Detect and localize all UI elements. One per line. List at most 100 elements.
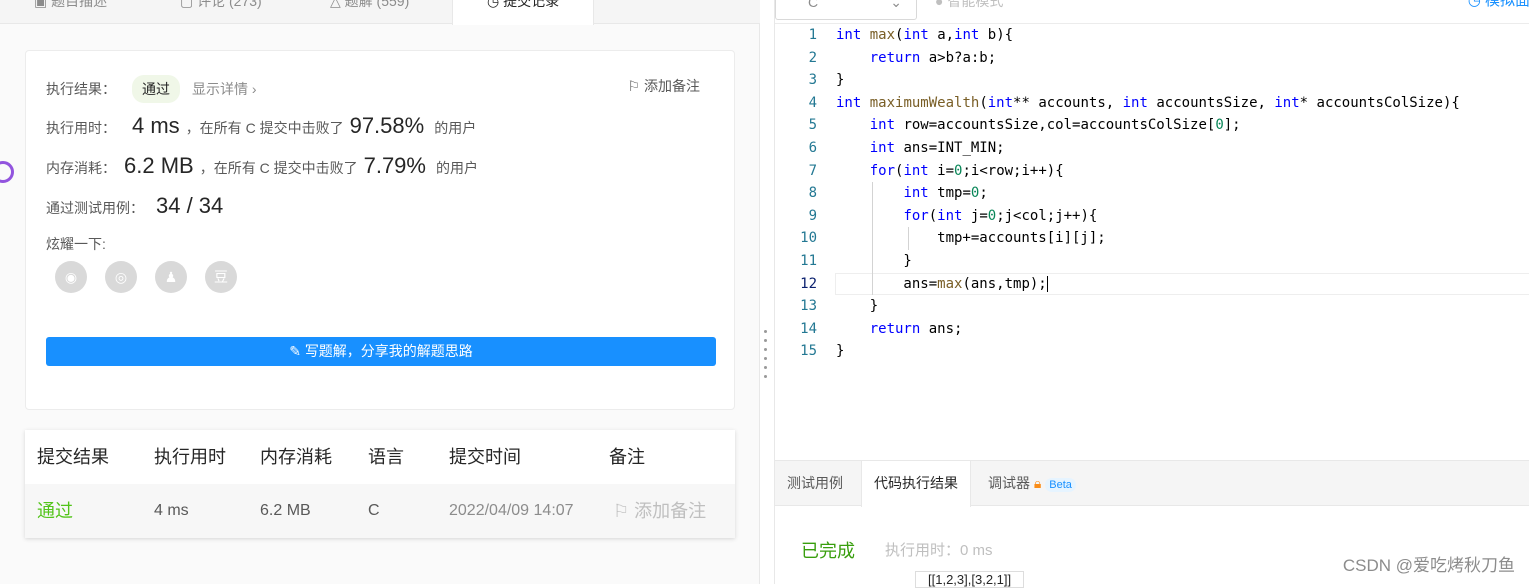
watermark: CSDN @爱吃烤秋刀鱼 (1343, 551, 1515, 576)
code-line[interactable]: 10 tmp+=accounts[i][j]; (775, 227, 1529, 250)
code-line[interactable]: 6 int ans=INT_MIN; (775, 137, 1529, 160)
line-number: 15 (775, 340, 817, 363)
code-line[interactable]: 7 for(int i=0;i<row;i++){ (775, 160, 1529, 183)
code-line[interactable]: 4int maximumWealth(int** accounts, int a… (775, 92, 1529, 115)
code-text: int ans=INT_MIN; (836, 137, 1005, 160)
status-badge: 通过 (132, 75, 180, 103)
tab-description[interactable]: ▣ 题目描述 (34, 0, 107, 24)
line-number: 1 (775, 24, 817, 47)
table-row[interactable]: 通过 4 ms 6.2 MB C 2022/04/09 14:07 ⚐ 添加备注 (25, 484, 735, 538)
qq-icon[interactable]: ♟ (155, 261, 187, 293)
runtime-users: 的用户 (434, 118, 476, 138)
code-line[interactable]: 9 for(int j=0;j<col;j++){ (775, 205, 1529, 228)
row-memory: 6.2 MB (260, 484, 311, 538)
code-line[interactable]: 2 return a>b?a:b; (775, 47, 1529, 70)
code-text: return ans; (836, 318, 962, 341)
write-solution-button[interactable]: ✎ 写题解，分享我的解题思路 (46, 337, 716, 366)
line-number: 3 (775, 69, 817, 92)
panel-resize-handle[interactable] (763, 330, 769, 386)
tab-submissions[interactable]: ◷ 提交记录 (452, 0, 594, 25)
code-text: } (836, 250, 912, 273)
tab-testcase[interactable]: 测试用例 (775, 461, 855, 506)
row-language: C (368, 484, 380, 538)
runtime-value: 4 ms (132, 113, 180, 139)
code-text: int maximumWealth(int** accounts, int ac… (836, 92, 1460, 115)
code-line[interactable]: 8 int tmp=0; (775, 182, 1529, 205)
code-line[interactable]: 3} (775, 69, 1529, 92)
code-line[interactable]: 12 ans=max(ans,tmp); (775, 273, 1529, 296)
comment-icon: ▢ (180, 0, 197, 9)
editor-toolbar: C ⌄ ● 智能模式 ◷ 模拟面 (775, 0, 1529, 24)
floating-assistant-icon[interactable] (0, 161, 14, 183)
code-text: } (836, 69, 844, 92)
code-text: int max(int a,int b){ (836, 24, 1013, 47)
mock-interview-button[interactable]: ◷ 模拟面 (1468, 0, 1529, 14)
weibo-icon[interactable]: ◎ (105, 261, 137, 293)
clock-icon: ◷ (487, 0, 503, 9)
table-header: 提交结果 执行用时 内存消耗 语言 提交时间 备注 (25, 430, 735, 484)
exec-time: 执行用时：0 ms (885, 539, 993, 560)
submission-panel: ▣ 题目描述 ▢ 评论 (273) △ 题解 (559) ◷ 提交记录 执行结果… (0, 0, 760, 584)
line-number: 10 (775, 227, 817, 250)
smart-mode-toggle[interactable]: ● 智能模式 (935, 0, 1003, 14)
beta-badge: Beta (1045, 478, 1076, 492)
runtime-percent: 97.58% (350, 113, 425, 139)
memory-users: 的用户 (436, 158, 478, 178)
header-time: 执行用时 (154, 430, 226, 484)
code-line[interactable]: 13 } (775, 295, 1529, 318)
code-text: } (836, 340, 844, 363)
lock-icon: 🔒︎ (1034, 475, 1041, 491)
code-line[interactable]: 5 int row=accountsSize,col=accountsColSi… (775, 114, 1529, 137)
console-tabs: 测试用例 代码执行结果 调试器 🔒︎ Beta (775, 461, 1529, 506)
tab-comments[interactable]: ▢ 评论 (273) (180, 0, 262, 24)
testcase-input: [[1,2,3],[3,2,1]] (915, 571, 1024, 588)
code-line[interactable]: 1 int max(int a,int b){ (775, 24, 1529, 47)
editor-panel: C ⌄ ● 智能模式 ◷ 模拟面 1 int max(int a,int b){2… (774, 0, 1529, 584)
line-number: 9 (775, 205, 817, 228)
row-add-note[interactable]: ⚐ 添加备注 (613, 484, 706, 538)
result-row: 执行结果： 通过 显示详情 › (46, 75, 257, 103)
submission-table: 提交结果 执行用时 内存消耗 语言 提交时间 备注 通过 4 ms 6.2 MB… (25, 430, 735, 538)
row-result[interactable]: 通过 (37, 484, 73, 538)
add-note-button[interactable]: ⚐ 添加备注 (628, 76, 700, 96)
code-text: ans=max(ans,tmp); (836, 273, 1048, 296)
runtime-text: ，在所有 C 提交中击败了 (186, 118, 344, 138)
memory-percent: 7.79% (364, 153, 426, 179)
cases-value: 34 / 34 (156, 193, 223, 219)
result-card: 执行结果： 通过 显示详情 › ⚐ 添加备注 执行用时： 4 ms ，在所有 C… (25, 50, 735, 410)
language-select[interactable]: C ⌄ (775, 0, 917, 20)
memory-row: 内存消耗： 6.2 MB ，在所有 C 提交中击败了 7.79% 的用户 (46, 153, 478, 179)
runtime-label: 执行用时： (46, 118, 116, 138)
clock-icon: ◷ (1468, 0, 1485, 9)
code-text: tmp+=accounts[i][j]; (836, 227, 1106, 250)
code-line[interactable]: 15} (775, 340, 1529, 363)
code-text: for(int i=0;i<row;i++){ (836, 160, 1064, 183)
code-line[interactable]: 11 } (775, 250, 1529, 273)
memory-text: ，在所有 C 提交中击败了 (200, 158, 358, 178)
douban-icon[interactable]: 豆 (205, 261, 237, 293)
pencil-icon: ✎ (289, 343, 305, 359)
show-detail-link[interactable]: 显示详情 › (192, 79, 257, 99)
line-number: 7 (775, 160, 817, 183)
share-icons: ◉ ◎ ♟ 豆 (55, 261, 255, 293)
tab-run-result[interactable]: 代码执行结果 (861, 461, 971, 507)
flask-icon: △ (330, 0, 345, 9)
code-text: } (836, 295, 878, 318)
header-submitted: 提交时间 (449, 430, 521, 484)
wechat-icon[interactable]: ◉ (55, 261, 87, 293)
header-note: 备注 (609, 430, 645, 484)
line-number: 12 (775, 273, 817, 296)
tab-solutions[interactable]: △ 题解 (559) (330, 0, 409, 24)
tab-debugger[interactable]: 调试器 🔒︎ Beta (976, 461, 1088, 506)
header-memory: 内存消耗 (260, 430, 332, 484)
share-label: 炫耀一下: (46, 234, 106, 254)
line-number: 8 (775, 182, 817, 205)
code-line[interactable]: 14 return ans; (775, 318, 1529, 341)
line-number: 5 (775, 114, 817, 137)
code-editor[interactable]: 1 int max(int a,int b){2 return a>b?a:b;3… (775, 24, 1529, 363)
code-text: for(int j=0;j<col;j++){ (836, 205, 1097, 228)
line-number: 13 (775, 295, 817, 318)
line-number: 6 (775, 137, 817, 160)
flag-icon: ⚐ (613, 501, 634, 521)
header-result: 提交结果 (37, 430, 109, 484)
